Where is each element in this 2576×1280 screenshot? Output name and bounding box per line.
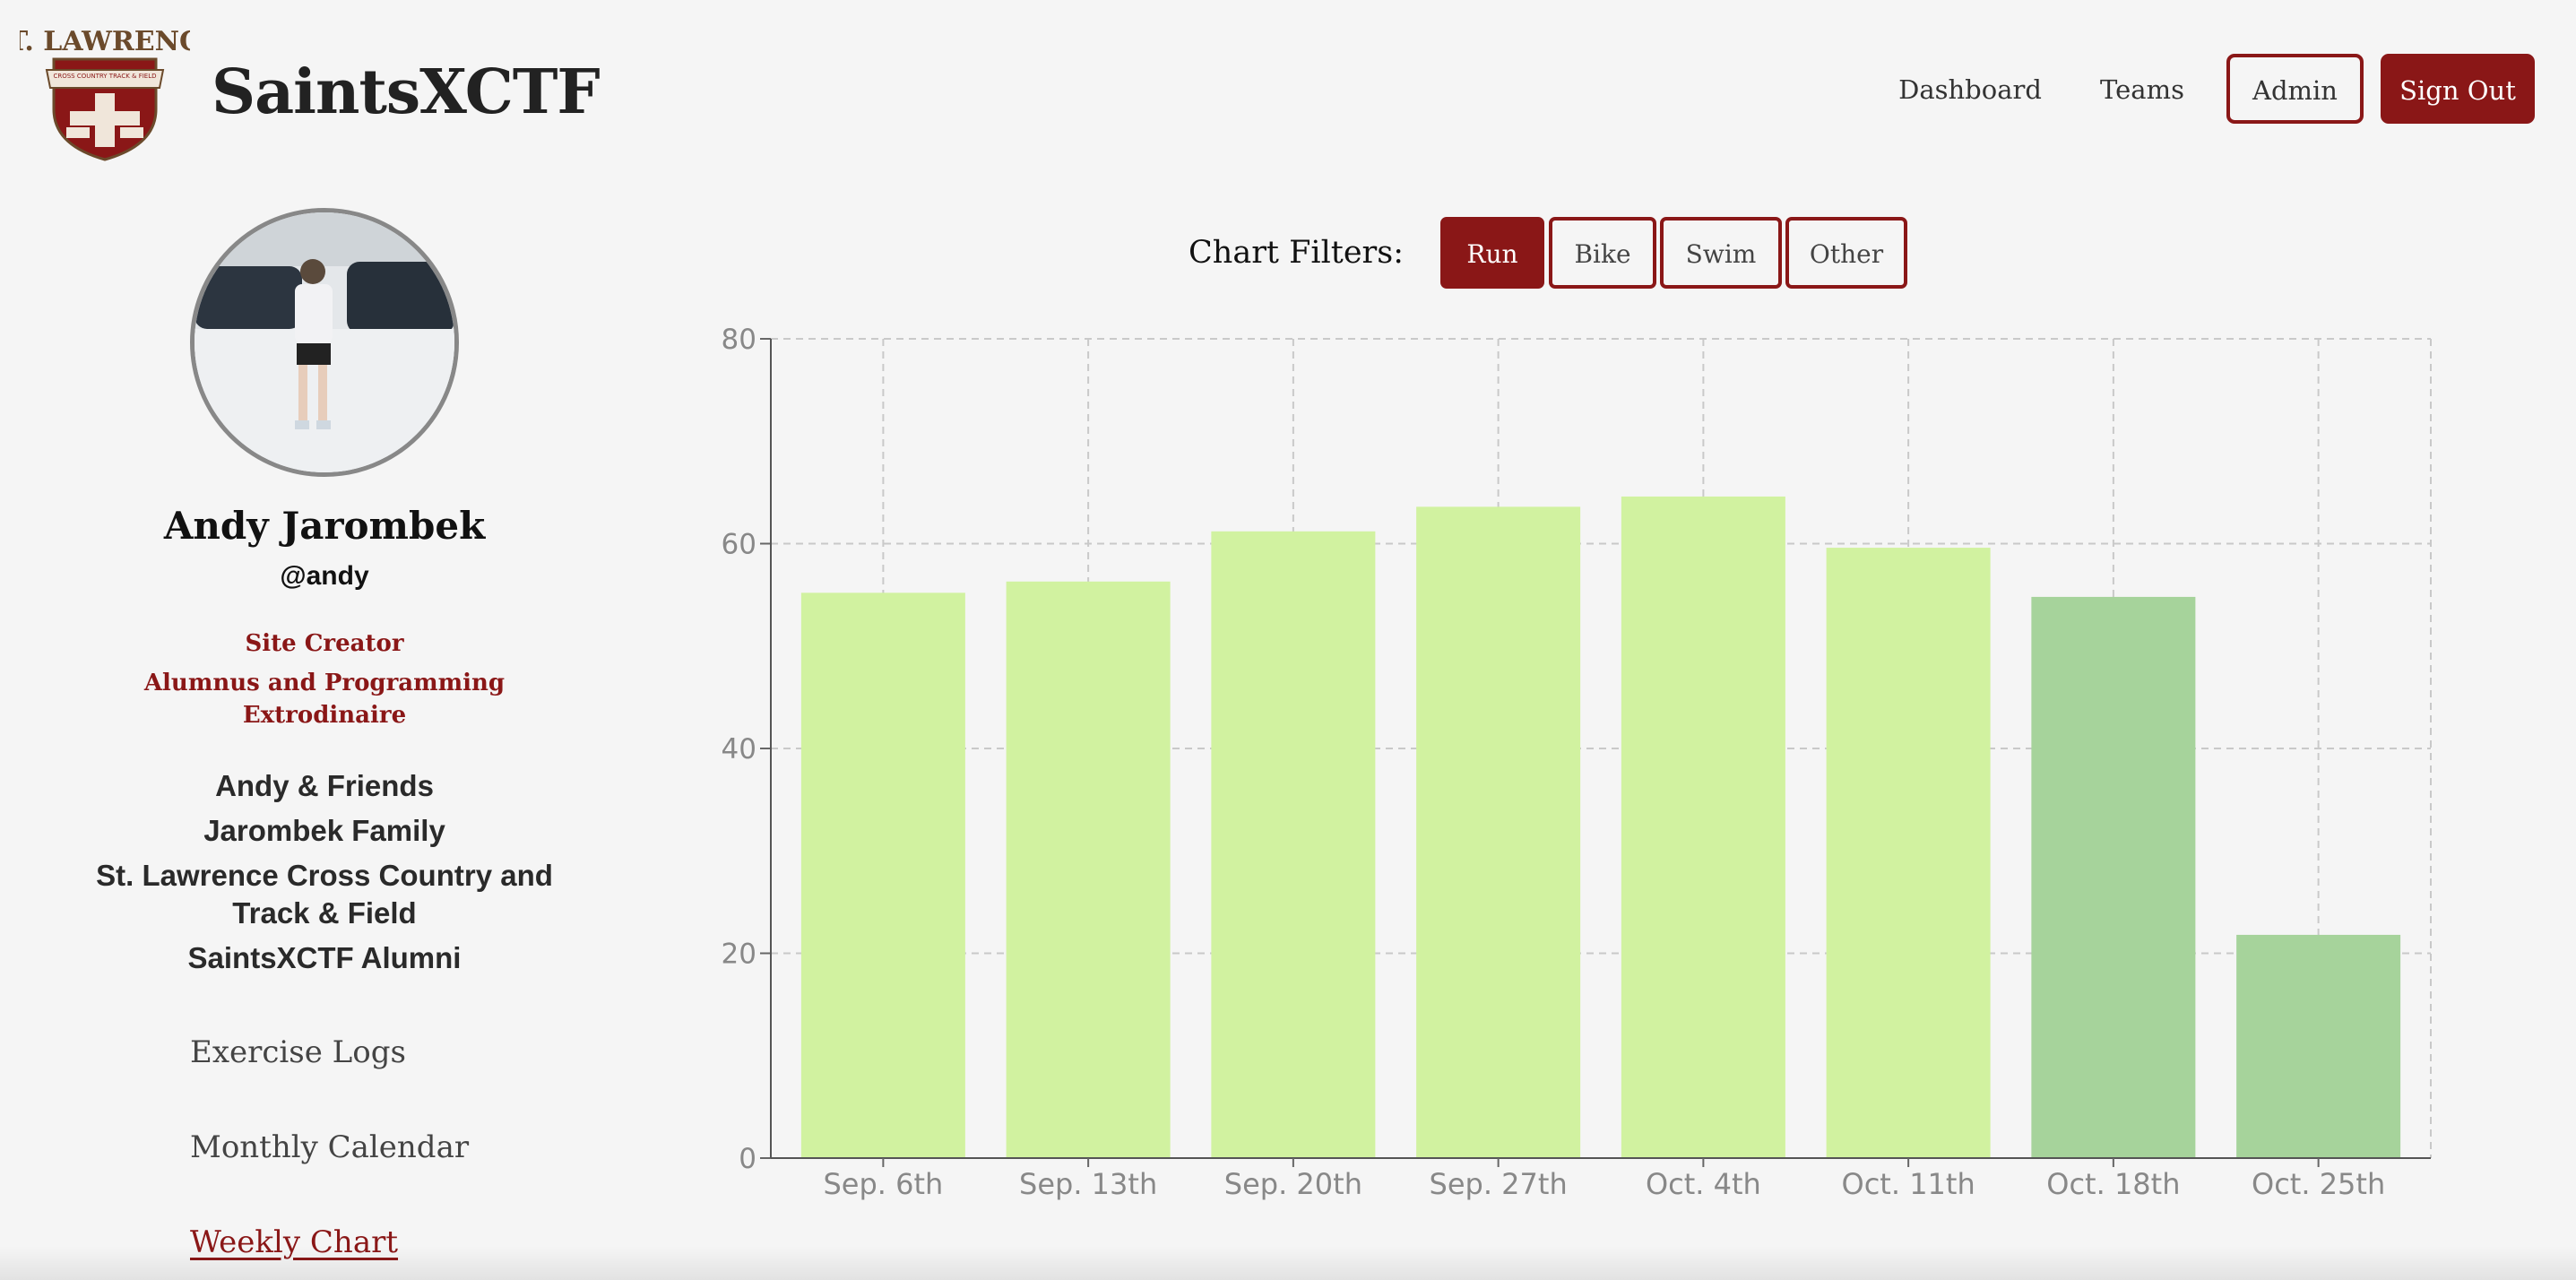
x-tick-label: Oct. 25th bbox=[2252, 1167, 2385, 1201]
profile-role-alumnus-line2: Extrodinaire bbox=[242, 702, 407, 729]
bar bbox=[1826, 548, 1991, 1158]
profile-name: Andy Jarombek bbox=[163, 504, 486, 548]
nav-dashboard-link[interactable]: Dashboard bbox=[1891, 63, 2049, 117]
y-tick-label: 20 bbox=[722, 938, 756, 971]
bar bbox=[2031, 596, 2196, 1158]
bar bbox=[1211, 531, 1376, 1158]
y-tick-label: 0 bbox=[739, 1143, 756, 1175]
group-link-st-lawrence-line2[interactable]: Track & Field bbox=[90, 895, 559, 932]
profile-role-alumnus-line1: Alumnus and Programming bbox=[143, 670, 506, 696]
bottom-fade bbox=[0, 1246, 2576, 1280]
x-tick-label: Sep. 20th bbox=[1224, 1167, 1362, 1201]
profile-role-site-creator: Site Creator bbox=[245, 630, 404, 657]
group-link-jarombek-family[interactable]: Jarombek Family bbox=[90, 812, 559, 850]
profile-username: @andy bbox=[280, 561, 369, 591]
group-link-saintsxctf-alumni[interactable]: SaintsXCTF Alumni bbox=[90, 939, 559, 977]
group-link-andy-friends[interactable]: Andy & Friends bbox=[90, 767, 559, 805]
logo-subtext: CROSS COUNTRY TRACK & FIELD bbox=[53, 73, 156, 80]
brand-title[interactable]: SaintsXCTF bbox=[212, 52, 601, 133]
admin-button[interactable]: Admin bbox=[2226, 54, 2364, 124]
x-tick-label: Oct. 18th bbox=[2046, 1167, 2180, 1201]
x-tick-label: Sep. 27th bbox=[1430, 1167, 1568, 1201]
filter-other-button[interactable]: Other bbox=[1785, 217, 1907, 289]
st-lawrence-logo[interactable]: ST. LAWRENCE CROSS COUNTRY TRACK & FIELD bbox=[20, 20, 190, 161]
y-tick-label: 60 bbox=[722, 529, 756, 561]
x-tick-label: Sep. 13th bbox=[1019, 1167, 1157, 1201]
filter-run-button[interactable]: Run bbox=[1440, 217, 1544, 289]
bar bbox=[1416, 506, 1581, 1158]
filter-swim-button[interactable]: Swim bbox=[1660, 217, 1782, 289]
profile-avatar bbox=[190, 208, 459, 477]
exercise-logs-link[interactable]: Exercise Logs bbox=[190, 1034, 406, 1070]
bar bbox=[800, 592, 965, 1158]
y-tick-label: 80 bbox=[722, 324, 756, 356]
sign-out-button[interactable]: Sign Out bbox=[2381, 54, 2535, 124]
bar bbox=[1006, 581, 1171, 1158]
x-tick-label: Oct. 11th bbox=[1842, 1167, 1975, 1201]
bar bbox=[2236, 934, 2401, 1158]
group-link-st-lawrence-line1[interactable]: St. Lawrence Cross Country and bbox=[90, 857, 559, 895]
filter-bike-button[interactable]: Bike bbox=[1549, 217, 1656, 289]
x-tick-label: Oct. 4th bbox=[1646, 1167, 1761, 1201]
nav-teams-link[interactable]: Teams bbox=[2088, 63, 2196, 117]
monthly-calendar-link[interactable]: Monthly Calendar bbox=[190, 1129, 469, 1165]
chart-filters-label: Chart Filters: bbox=[1189, 235, 1405, 271]
profile-photo bbox=[194, 212, 454, 472]
y-tick-label: 40 bbox=[722, 733, 756, 765]
logo-text: ST. LAWRENCE bbox=[20, 26, 190, 57]
top-navbar: ST. LAWRENCE CROSS COUNTRY TRACK & FIELD… bbox=[0, 0, 2576, 179]
x-tick-label: Sep. 6th bbox=[823, 1167, 943, 1201]
weekly-chart: 0 20 40 60 80 Sep. 6th Sep. 13th Sep. 20th Sep. … bbox=[722, 324, 2432, 1201]
bar bbox=[1621, 496, 1785, 1158]
